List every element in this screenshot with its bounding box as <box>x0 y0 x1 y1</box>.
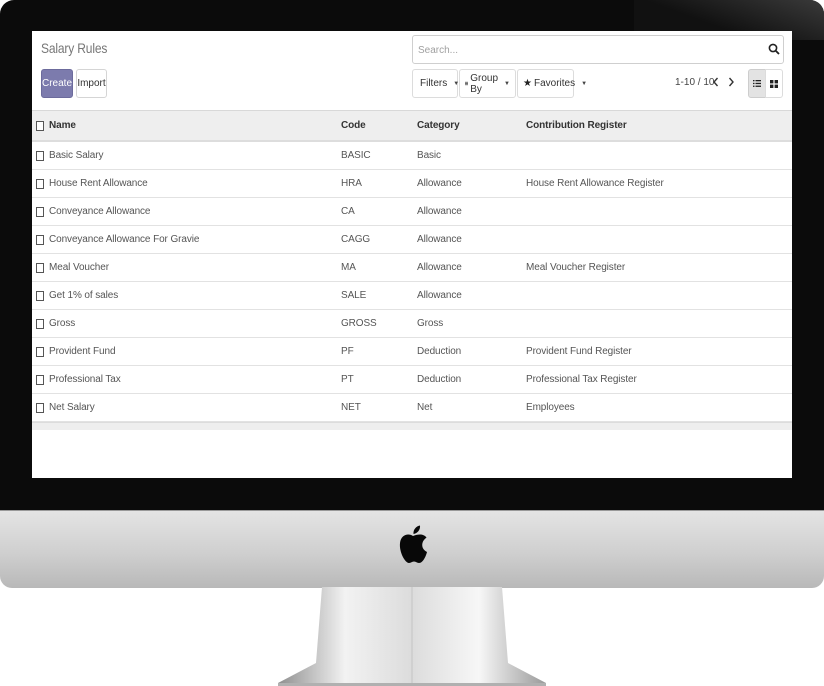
cell-name: Get 1% of sales <box>49 290 119 301</box>
app-screen: Salary Rules Create Import Filters ▼ Gro… <box>32 31 792 478</box>
row-checkbox[interactable] <box>34 198 46 225</box>
caret-down-icon: ▼ <box>504 80 510 87</box>
table-row[interactable]: Net Salary NET Net Employees <box>32 394 792 422</box>
table-row[interactable]: Meal Voucher MA Allowance Meal Voucher R… <box>32 254 792 282</box>
cell-name: Meal Voucher <box>49 262 109 273</box>
column-header-category[interactable]: Category <box>417 111 460 140</box>
select-all-checkbox[interactable] <box>34 111 46 140</box>
salary-rules-table: Name Code Category Contribution Register… <box>32 110 792 430</box>
chevron-right-icon[interactable] <box>725 75 737 89</box>
row-checkbox[interactable] <box>34 170 46 197</box>
star-icon: ★ <box>523 78 532 89</box>
table-footer <box>32 422 792 430</box>
table-row[interactable]: Conveyance Allowance For Gravie CAGG All… <box>32 226 792 254</box>
monitor-stand <box>278 587 546 686</box>
kanban-view-button[interactable] <box>765 69 783 98</box>
page-title: Salary Rules <box>41 40 108 56</box>
cell-code: GROSS <box>341 318 377 329</box>
cell-category: Deduction <box>417 346 462 357</box>
cell-category: Allowance <box>417 262 462 273</box>
search-input[interactable] <box>416 40 750 60</box>
group-by-label: Group By <box>470 72 499 95</box>
apple-logo-icon <box>399 525 427 563</box>
filters-button[interactable]: Filters ▼ <box>412 69 459 98</box>
row-checkbox[interactable] <box>34 338 46 365</box>
list-icon <box>753 80 761 87</box>
table-header: Name Code Category Contribution Register <box>32 110 792 142</box>
column-header-code[interactable]: Code <box>341 111 366 140</box>
table-row[interactable]: Get 1% of sales SALE Allowance <box>32 282 792 310</box>
chevron-left-icon[interactable] <box>710 75 722 89</box>
cell-code: CA <box>341 206 355 217</box>
create-button[interactable]: Create <box>41 69 73 98</box>
cell-category: Basic <box>417 150 441 161</box>
cell-category: Allowance <box>417 206 462 217</box>
cell-name: Net Salary <box>49 402 95 413</box>
cell-code: NET <box>341 402 361 413</box>
cell-name: Provident Fund <box>49 346 116 357</box>
cell-name: Conveyance Allowance <box>49 206 151 217</box>
cell-register: Provident Fund Register <box>526 346 632 357</box>
cell-category: Allowance <box>417 178 462 189</box>
cell-category: Gross <box>417 318 444 329</box>
cell-name: Gross <box>49 318 76 329</box>
cell-name: Professional Tax <box>49 374 121 385</box>
row-checkbox[interactable] <box>34 254 46 281</box>
filters-label: Filters <box>420 78 448 89</box>
cell-name: Basic Salary <box>49 150 104 161</box>
cell-name: House Rent Allowance <box>49 178 148 189</box>
cell-name: Conveyance Allowance For Gravie <box>49 234 200 245</box>
cell-register: Employees <box>526 402 575 413</box>
favorites-button[interactable]: ★ Favorites ▼ <box>517 69 587 98</box>
row-checkbox[interactable] <box>34 394 46 421</box>
caret-down-icon: ▼ <box>581 80 588 87</box>
cell-register: Professional Tax Register <box>526 374 637 385</box>
cell-code: MA <box>341 262 356 273</box>
favorites-label: Favorites <box>533 78 576 89</box>
column-header-name[interactable]: Name <box>49 111 76 140</box>
cell-category: Net <box>417 402 433 413</box>
row-checkbox[interactable] <box>34 142 46 169</box>
group-by-button[interactable]: Group By ▼ <box>459 69 516 98</box>
control-panel: Salary Rules Create Import Filters ▼ Gro… <box>32 31 792 110</box>
row-checkbox[interactable] <box>34 282 46 309</box>
row-checkbox[interactable] <box>34 310 46 337</box>
cell-register: House Rent Allowance Register <box>526 178 664 189</box>
cell-code: HRA <box>341 178 362 189</box>
table-row[interactable]: Gross GROSS Gross <box>32 310 792 338</box>
cell-category: Deduction <box>417 374 462 385</box>
cell-register: Meal Voucher Register <box>526 262 626 273</box>
table-row[interactable]: House Rent Allowance HRA Allowance House… <box>32 170 792 198</box>
table-row[interactable]: Conveyance Allowance CA Allowance <box>32 198 792 226</box>
list-view-button[interactable] <box>748 69 766 98</box>
search-icon[interactable] <box>768 43 780 55</box>
cell-code: SALE <box>341 290 367 301</box>
cell-code: BASIC <box>341 150 371 161</box>
row-checkbox[interactable] <box>34 366 46 393</box>
pager-value[interactable]: 1-10 / 10 <box>675 77 714 88</box>
column-header-register[interactable]: Contribution Register <box>526 111 627 140</box>
kanban-icon <box>770 79 778 88</box>
table-row[interactable]: Professional Tax PT Deduction Profession… <box>32 366 792 394</box>
search-box[interactable] <box>412 35 784 64</box>
bars-icon <box>465 81 469 86</box>
table-row[interactable]: Provident Fund PF Deduction Provident Fu… <box>32 338 792 366</box>
cell-code: PT <box>341 374 354 385</box>
cell-code: CAGG <box>341 234 371 245</box>
cell-code: PF <box>341 346 354 357</box>
row-checkbox[interactable] <box>34 226 46 253</box>
table-row[interactable]: Basic Salary BASIC Basic <box>32 142 792 170</box>
cell-category: Allowance <box>417 290 462 301</box>
import-button[interactable]: Import <box>76 69 107 98</box>
cell-category: Allowance <box>417 234 462 245</box>
